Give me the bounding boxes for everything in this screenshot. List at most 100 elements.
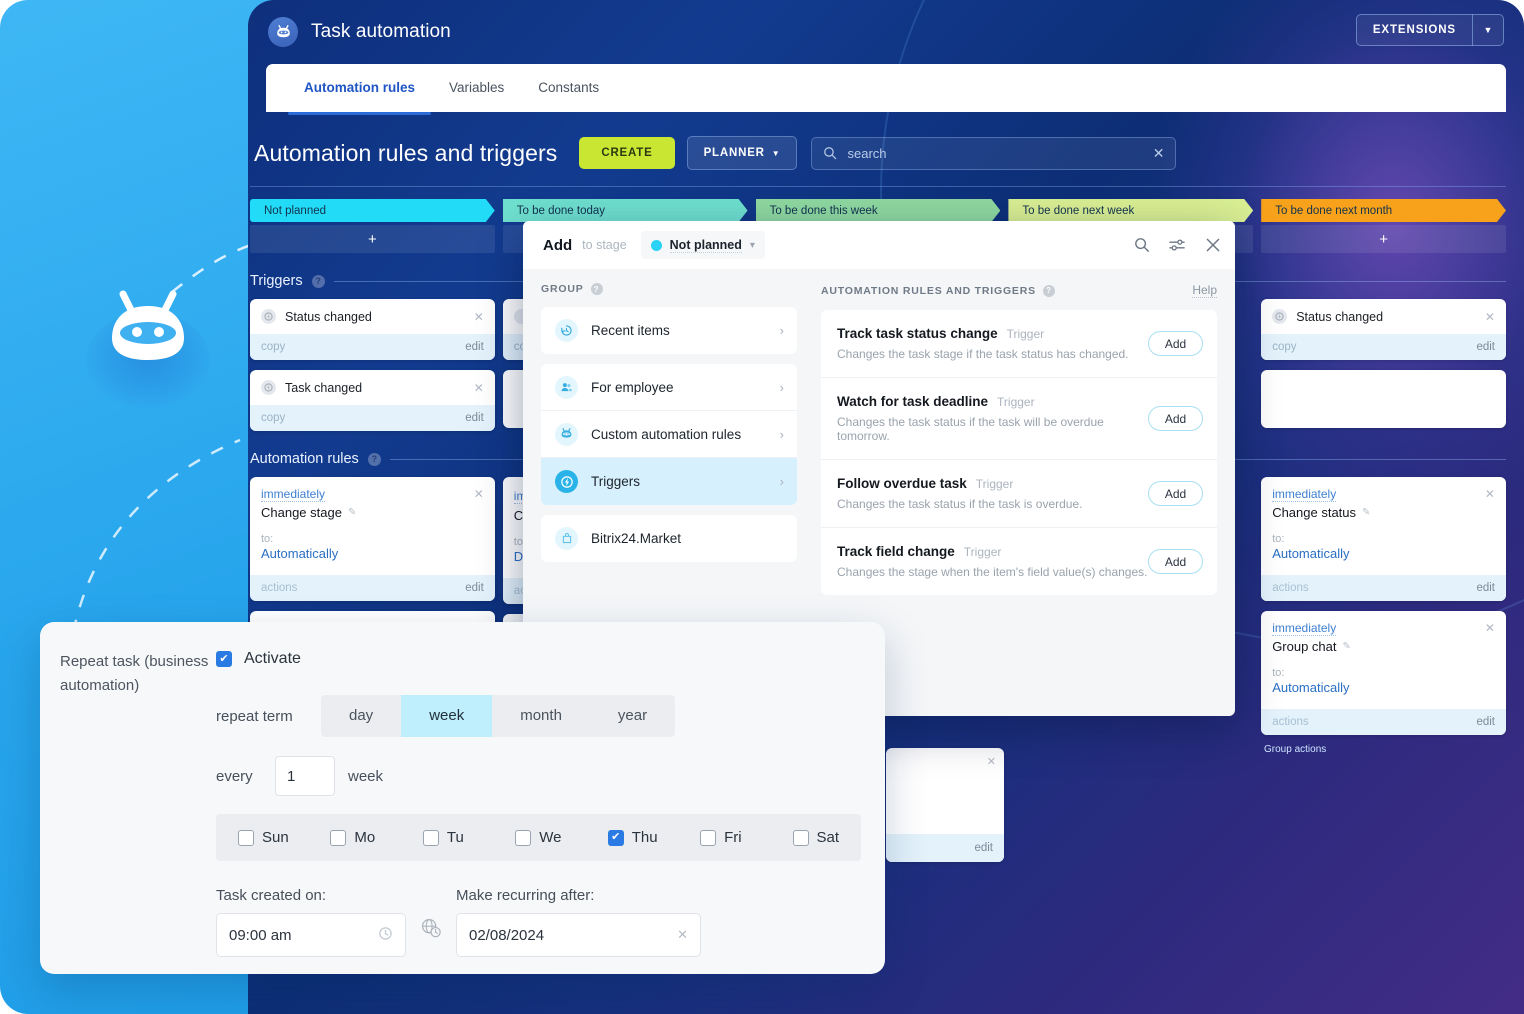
weekday-checkbox[interactable] (423, 830, 439, 846)
weekday-checkbox[interactable] (793, 830, 809, 846)
tab-variables[interactable]: Variables (433, 64, 520, 112)
clock-icon[interactable] (378, 926, 393, 944)
edit-pencil-icon[interactable]: ✎ (348, 507, 356, 518)
help-link[interactable]: Help (1192, 283, 1217, 298)
activate-checkbox[interactable] (216, 651, 232, 667)
automation-rule-card[interactable]: immediately ✕ Change stage ✎ to: Automat… (250, 477, 495, 601)
copy-link[interactable]: copy (261, 412, 285, 424)
actions-link[interactable]: actions (1272, 716, 1308, 728)
edit-link[interactable]: edit (1476, 341, 1495, 353)
rule-to-value[interactable]: Automatically (1272, 680, 1495, 695)
timezone-icon[interactable] (420, 917, 442, 957)
actions-link[interactable]: actions (1272, 582, 1308, 594)
clear-search-icon[interactable]: ✕ (1153, 145, 1165, 162)
close-icon[interactable] (1205, 237, 1221, 253)
help-icon[interactable]: ? (312, 275, 325, 288)
group-item-triggers[interactable]: Triggers › (541, 458, 797, 505)
rule-list-item[interactable]: Track task status change Trigger Changes… (821, 310, 1217, 378)
add-rule-button[interactable]: Add (1148, 406, 1203, 431)
automation-rule-card-partial[interactable]: ✕ edit (886, 748, 1004, 862)
edit-link[interactable]: edit (465, 341, 484, 353)
trigger-card[interactable]: Status changed ✕ copy edit (1261, 299, 1506, 360)
stage-to-be-done-next-week[interactable]: To be done next week (1008, 199, 1253, 222)
planner-button[interactable]: PLANNER ▼ (687, 136, 798, 170)
close-icon[interactable]: ✕ (474, 381, 484, 395)
stage-to-be-done-next-month[interactable]: To be done next month (1261, 199, 1506, 222)
close-icon[interactable]: ✕ (474, 310, 484, 324)
clear-icon[interactable]: ✕ (677, 927, 688, 943)
term-option-day[interactable]: day (321, 695, 401, 737)
weekday-checkbox[interactable] (238, 830, 254, 846)
close-icon[interactable]: ✕ (474, 487, 484, 501)
group-item-bitrix24-market[interactable]: Bitrix24.Market (541, 515, 797, 562)
group-item-recent-items[interactable]: Recent items › (541, 307, 797, 354)
group-item-custom-automation-rules[interactable]: Custom automation rules › (541, 411, 797, 458)
rule-list-item[interactable]: Follow overdue task Trigger Changes the … (821, 460, 1217, 528)
term-option-year[interactable]: year (590, 695, 675, 737)
create-button[interactable]: CREATE (579, 137, 674, 169)
tab-constants[interactable]: Constants (522, 64, 615, 112)
rule-list-item[interactable]: Track field change Trigger Changes the s… (821, 528, 1217, 595)
rule-when[interactable]: immediately (1272, 621, 1336, 636)
add-button-stage-5[interactable]: + (1261, 225, 1506, 253)
edit-link[interactable]: edit (1476, 582, 1495, 594)
rule-list-item[interactable]: Watch for task deadline Trigger Changes … (821, 378, 1217, 460)
weekday-checkbox[interactable] (608, 830, 624, 846)
extensions-button[interactable]: EXTENSIONS ▼ (1356, 14, 1504, 46)
edit-link[interactable]: edit (465, 412, 484, 424)
add-rule-button[interactable]: Add (1148, 331, 1203, 356)
weekday-we[interactable]: We (515, 829, 607, 846)
help-icon[interactable]: ? (368, 453, 381, 466)
weekday-fri[interactable]: Fri (700, 829, 792, 846)
weekday-checkbox[interactable] (700, 830, 716, 846)
weekday-sun[interactable]: Sun (238, 829, 330, 846)
add-rule-button[interactable]: Add (1148, 481, 1203, 506)
edit-pencil-icon[interactable]: ✎ (1343, 641, 1351, 652)
weekday-checkbox[interactable] (330, 830, 346, 846)
group-item-for-employee[interactable]: For employee › (541, 364, 797, 411)
stage-not-planned[interactable]: Not planned (250, 199, 495, 222)
edit-link[interactable]: edit (1476, 716, 1495, 728)
stage-to-be-done-this-week[interactable]: To be done this week (756, 199, 1001, 222)
stage-to-be-done-today[interactable]: To be done today (503, 199, 748, 222)
add-rule-button[interactable]: Add (1148, 549, 1203, 574)
task-created-on-input[interactable]: 09:00 am (216, 913, 406, 957)
automation-rule-card[interactable]: immediately ✕ Change status ✎ to: Automa… (1261, 477, 1506, 601)
chevron-down-icon[interactable]: ▼ (1473, 25, 1503, 35)
close-icon[interactable]: ✕ (1485, 310, 1495, 324)
trigger-card[interactable] (1261, 370, 1506, 428)
trigger-card[interactable]: Status changed ✕ copy edit (250, 299, 495, 360)
weekday-thu[interactable]: Thu (608, 829, 700, 846)
close-icon[interactable]: ✕ (1485, 487, 1495, 501)
help-icon[interactable]: ? (1043, 285, 1055, 297)
search-icon[interactable] (1134, 237, 1150, 253)
make-recurring-after-input[interactable]: 02/08/2024 ✕ (456, 913, 701, 957)
trigger-card[interactable]: Task changed ✕ copy edit (250, 370, 495, 431)
weekday-checkbox[interactable] (515, 830, 531, 846)
term-option-week[interactable]: week (401, 695, 492, 737)
add-button-stage-1[interactable]: + (250, 225, 495, 253)
group-actions-label[interactable]: Group actions (1264, 744, 1326, 755)
actions-link[interactable]: actions (261, 582, 297, 594)
close-icon[interactable]: ✕ (987, 755, 996, 768)
automation-rule-card[interactable]: immediately ✕ Group chat ✎ to: Automatic… (1261, 611, 1506, 735)
copy-link[interactable]: copy (1272, 341, 1296, 353)
filter-icon[interactable] (1169, 237, 1186, 253)
tab-automation-rules[interactable]: Automation rules (288, 64, 431, 112)
edit-link[interactable]: edit (465, 582, 484, 594)
rule-when[interactable]: immediately (261, 487, 325, 502)
stage-selector[interactable]: Not planned ▾ (641, 231, 765, 259)
search-input[interactable]: search ✕ (811, 137, 1176, 170)
edit-pencil-icon[interactable]: ✎ (1362, 507, 1370, 518)
rule-to-value[interactable]: Automatically (1272, 546, 1495, 561)
term-option-month[interactable]: month (492, 695, 590, 737)
every-value-input[interactable]: 1 (275, 756, 335, 796)
copy-link[interactable]: copy (261, 341, 285, 353)
help-icon[interactable]: ? (591, 283, 603, 295)
close-icon[interactable]: ✕ (1485, 621, 1495, 635)
rule-when[interactable]: immediately (1272, 487, 1336, 502)
weekday-mo[interactable]: Mo (330, 829, 422, 846)
rule-to-value[interactable]: Automatically (261, 546, 484, 561)
edit-link[interactable]: edit (974, 842, 993, 854)
weekday-tu[interactable]: Tu (423, 829, 515, 846)
